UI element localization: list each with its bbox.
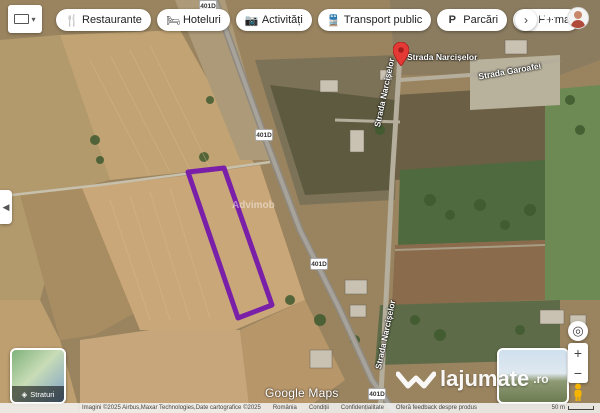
country-link[interactable]: România (273, 405, 297, 411)
pegman-icon[interactable] (570, 383, 586, 401)
crosshair-icon: ◎ (572, 323, 584, 338)
lajumate-watermark: lajumate .ro (396, 366, 549, 392)
chip-parking[interactable]: P Parcări (437, 9, 508, 31)
chip-public-transport[interactable]: 🚆 Transport public (317, 9, 432, 31)
layers-button[interactable]: ◈ Straturi (10, 348, 66, 404)
road-shield: 401D (255, 129, 273, 141)
keyboard-shortcuts-button[interactable]: ▾ (8, 5, 42, 33)
chip-label: Parcări (463, 14, 499, 26)
parking-icon: P (448, 14, 456, 26)
train-icon: 🚆 (326, 14, 341, 27)
chip-label: Transport public (343, 14, 423, 26)
attribution-footer: Imagini ©2025 Airbus,Maxar Technologies,… (0, 403, 600, 413)
chips-next-button[interactable]: › (515, 9, 537, 31)
lajumate-logo-icon (396, 371, 436, 389)
street-label-narciselor: Strada Narcișelor (407, 52, 478, 62)
chip-activities[interactable]: 📷 Activități (235, 9, 312, 31)
side-panel-toggle[interactable]: ◀ (0, 190, 12, 224)
keyboard-icon (14, 14, 30, 24)
chip-label: Hoteluri (182, 14, 221, 26)
location-pin-icon[interactable] (393, 42, 409, 66)
faint-watermark: Advimob (232, 200, 275, 211)
chevron-left-icon: ◀ (2, 201, 10, 212)
road-shield: 401D (368, 388, 386, 400)
bed-icon: 🛏 (165, 14, 180, 27)
scale-label: 50 m (551, 405, 565, 411)
utensils-icon: 🍴 (65, 14, 79, 27)
watermark-tld: .ro (533, 372, 549, 386)
camera-icon: 📷 (244, 14, 259, 27)
zoom-in-button[interactable]: + (568, 343, 588, 363)
layers-label: Straturi (30, 389, 55, 399)
layers-icon: ◈ (21, 389, 28, 399)
chip-hotels[interactable]: 🛏 Hoteluri (156, 9, 230, 31)
privacy-link[interactable]: Confidențialitate (341, 405, 384, 411)
zoom-controls: + − (568, 343, 588, 383)
scale-bar[interactable]: 50 m (552, 405, 594, 411)
google-maps-logo: Google Maps (265, 386, 339, 400)
watermark-name: lajumate (440, 366, 530, 391)
imagery-attribution: Imagini ©2025 Airbus,Maxar Technologies,… (82, 405, 261, 411)
my-location-button[interactable]: ◎ (568, 321, 588, 341)
zoom-out-button[interactable]: − (568, 363, 588, 383)
road-shield: 401D (310, 258, 328, 270)
feedback-link[interactable]: Oferă feedback despre produs (396, 405, 477, 411)
chip-label: Activități (261, 14, 303, 26)
chevron-right-icon: › (524, 13, 528, 27)
terms-link[interactable]: Condiții (309, 405, 329, 411)
chevron-down-icon: ▾ (31, 14, 36, 24)
chip-restaurants[interactable]: 🍴 Restaurante (56, 9, 151, 31)
chip-label: Restaurante (82, 14, 142, 26)
category-chips: 🍴 Restaurante 🛏 Hoteluri 📷 Activități 🚆 … (56, 9, 580, 31)
apps-grid-icon[interactable] (540, 10, 554, 24)
account-avatar[interactable] (567, 7, 589, 29)
